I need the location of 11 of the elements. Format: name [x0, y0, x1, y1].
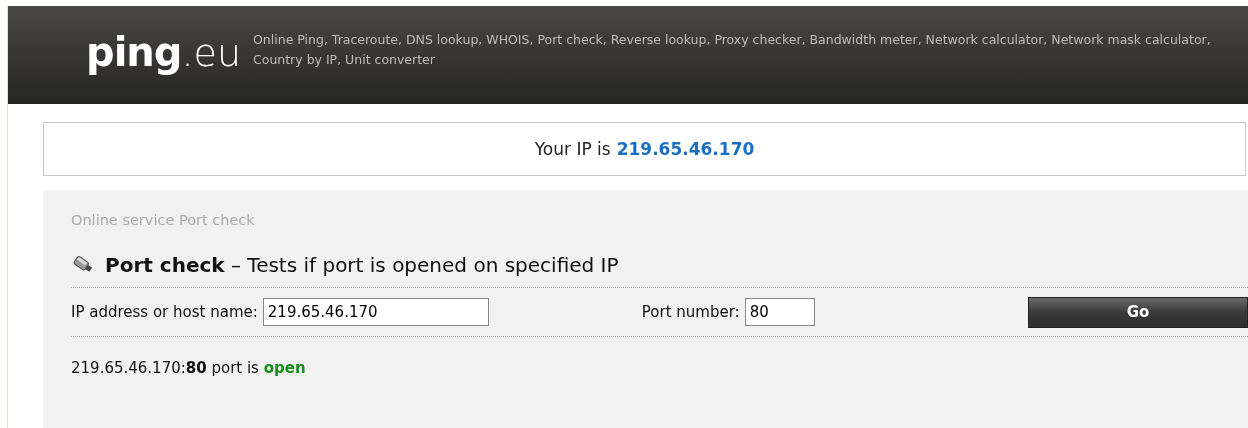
port-label: Port number: — [641, 303, 740, 321]
breadcrumb: Online service Port check — [71, 212, 256, 228]
page-heading: Port check – Tests if port is opened on specified IP — [105, 253, 619, 277]
result-text: 219.65.46.170:80 port is open — [71, 359, 307, 377]
go-button[interactable]: Go — [1028, 296, 1248, 328]
ip-address: 219.65.46.170 — [616, 139, 755, 159]
tagline: Online Ping, Traceroute, DNS lookup, WHOIS, Port check, Reverse lookup, Proxy checker, Bandwidth meter, Network calculator, Network mask calculator, Country by IP, Unit converter — [253, 31, 1212, 69]
ip-label: Your IP is — [534, 139, 611, 159]
host-label: IP address or host name: — [71, 303, 258, 321]
port-field[interactable]: 80 — [744, 298, 815, 326]
host-field[interactable]: 219.65.46.170 — [262, 298, 489, 326]
